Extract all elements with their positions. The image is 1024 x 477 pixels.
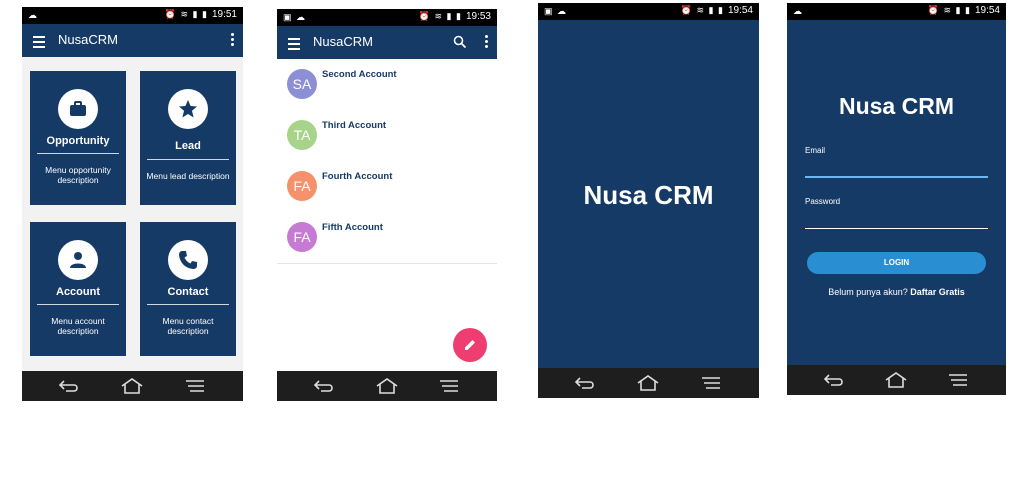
menu-icon[interactable] (33, 36, 45, 51)
recents-icon[interactable] (437, 377, 461, 395)
tile-lead[interactable]: Lead Menu lead description (140, 71, 236, 205)
phone-icon (168, 240, 208, 280)
home-icon[interactable] (884, 371, 908, 389)
account-name: Fourth Account (322, 171, 393, 182)
status-time: 19:53 (465, 11, 491, 22)
recents-icon[interactable] (946, 371, 970, 389)
email-label: Email (805, 146, 826, 155)
system-nav-bar (787, 365, 1006, 395)
tile-title: Account (56, 286, 100, 298)
tile-divider (147, 159, 229, 160)
home-icon[interactable] (375, 377, 399, 395)
status-time: 19:54 (727, 5, 753, 16)
avatar: TA (287, 120, 317, 150)
tile-contact[interactable]: Contact Menu contact description (140, 222, 236, 356)
login-title: Nusa CRM (838, 93, 954, 119)
person-icon (58, 240, 98, 280)
pencil-icon (465, 340, 475, 350)
status-bar: ▣ ☁ ⏰ ≋ ▮ ▮ 19:54 (538, 3, 759, 20)
back-icon[interactable] (574, 374, 598, 392)
briefcase-icon (58, 89, 98, 129)
tile-description: Menu contact description (162, 316, 214, 336)
login-button[interactable]: LOGIN (807, 252, 986, 274)
phone-dashboard: ☁ ⏰ ≋ ▮ ▮ 19:51 NusaCRM Opportunity Menu … (22, 7, 243, 401)
signal-icon: ⏰ ≋ ▮ ▮ (418, 11, 462, 21)
avatar: FA (287, 222, 317, 252)
phone-account-list: ▣ ☁ ⏰ ≋ ▮ ▮ 19:53 NusaCRM SA Second Accou… (277, 9, 497, 401)
register-row: Belum punya akun? Daftar Gratis (787, 287, 1006, 297)
status-right: ⏰ ≋ ▮ ▮ 19:53 (419, 11, 491, 22)
recents-icon[interactable] (699, 374, 723, 392)
splash-title: Nusa CRM (583, 180, 714, 210)
home-icon[interactable] (120, 377, 144, 395)
status-bar: ☁ ⏰ ≋ ▮ ▮ 19:51 (22, 7, 243, 24)
system-nav-bar (22, 371, 243, 401)
notification-icons: ☁ (28, 10, 38, 20)
app-bar: NusaCRM (277, 26, 497, 59)
tile-description: Menu lead description (146, 171, 230, 181)
recents-icon[interactable] (183, 377, 207, 395)
tile-description: Menu opportunity description (45, 165, 111, 185)
tile-divider (147, 304, 229, 305)
status-bar: ▣ ☁ ⏰ ≋ ▮ ▮ 19:53 (277, 9, 497, 26)
login-background: Nusa CRM Email Password LOGIN Belum puny… (787, 20, 1006, 365)
tile-opportunity[interactable]: Opportunity Menu opportunity description (30, 71, 126, 205)
avatar: FA (287, 171, 317, 201)
phone-splash: ▣ ☁ ⏰ ≋ ▮ ▮ 19:54 Nusa CRM (538, 3, 759, 398)
compose-fab-button[interactable] (453, 328, 487, 362)
status-right: ⏰ ≋ ▮ ▮ 19:51 (165, 9, 237, 20)
list-item[interactable]: TA Third Account (277, 110, 497, 162)
back-icon[interactable] (313, 377, 337, 395)
system-nav-bar (538, 368, 759, 398)
splash-background: Nusa CRM (538, 20, 759, 368)
register-link[interactable]: Daftar Gratis (910, 287, 965, 297)
status-time: 19:51 (211, 9, 237, 20)
home-icon[interactable] (636, 374, 660, 392)
status-bar: ☁ ⏰ ≋ ▮ ▮ 19:54 (787, 3, 1006, 20)
phone-login: ☁ ⏰ ≋ ▮ ▮ 19:54 Nusa CRM Email Password L… (787, 3, 1006, 395)
overflow-menu-icon[interactable] (231, 33, 234, 48)
tile-account[interactable]: Account Menu account description (30, 222, 126, 356)
app-title: NusaCRM (58, 32, 118, 47)
list-item[interactable]: SA Second Account (277, 59, 497, 111)
list-item[interactable]: FA Fourth Account (277, 161, 497, 213)
app-bar: NusaCRM (22, 24, 243, 57)
tile-description: Menu account description (51, 316, 105, 336)
register-prompt: Belum punya akun? (828, 287, 908, 297)
account-name: Fifth Account (322, 222, 383, 233)
notification-icons: ☁ (793, 6, 803, 16)
signal-icon: ⏰ ≋ ▮ ▮ (680, 5, 724, 15)
back-icon[interactable] (58, 377, 82, 395)
email-field[interactable] (805, 176, 988, 178)
tile-title: Contact (167, 286, 209, 298)
avatar: SA (287, 69, 317, 99)
star-icon (168, 89, 208, 129)
tile-divider (37, 153, 119, 154)
signal-icon: ⏰ ≋ ▮ ▮ (927, 5, 971, 15)
password-label: Password (805, 197, 841, 206)
password-field[interactable] (805, 228, 988, 229)
tile-divider (37, 304, 119, 305)
tile-title: Lead (175, 140, 201, 152)
account-name: Third Account (322, 120, 387, 131)
overflow-menu-icon[interactable] (485, 35, 488, 50)
status-right: ⏰ ≋ ▮ ▮ 19:54 (928, 5, 1000, 16)
status-right: ⏰ ≋ ▮ ▮ 19:54 (681, 5, 753, 16)
list-item[interactable]: FA Fifth Account (277, 212, 497, 264)
status-time: 19:54 (974, 5, 1000, 16)
app-title: NusaCRM (313, 34, 373, 49)
system-nav-bar (277, 371, 497, 401)
tile-title: Opportunity (46, 135, 110, 147)
back-icon[interactable] (823, 371, 847, 389)
search-icon[interactable] (453, 35, 467, 49)
notification-icons: ▣ ☁ (283, 12, 307, 22)
signal-icon: ⏰ ≋ ▮ ▮ (164, 9, 208, 19)
menu-icon[interactable] (288, 38, 300, 53)
notification-icons: ▣ ☁ (544, 6, 568, 16)
account-name: Second Account (322, 69, 397, 80)
